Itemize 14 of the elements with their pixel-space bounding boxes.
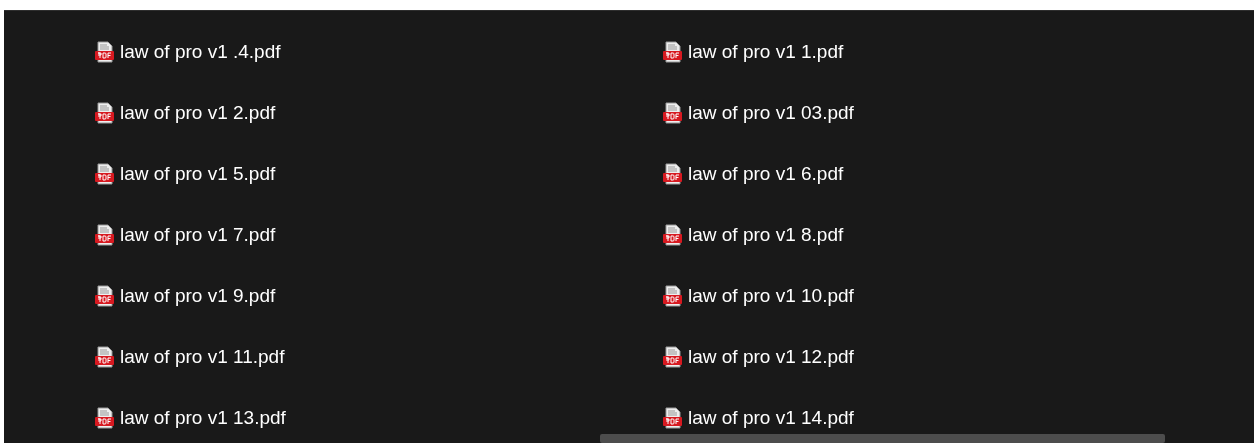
file-item[interactable]: law of pro v1 6.pdf: [663, 161, 844, 187]
file-item[interactable]: law of pro v1 8.pdf: [663, 222, 844, 248]
file-item[interactable]: law of pro v1 7.pdf: [95, 222, 276, 248]
file-item[interactable]: law of pro v1 14.pdf: [663, 405, 854, 431]
file-item[interactable]: law of pro v1 2.pdf: [95, 100, 276, 126]
file-item[interactable]: law of pro v1 03.pdf: [663, 100, 854, 126]
file-item[interactable]: law of pro v1 .4.pdf: [95, 39, 281, 65]
file-item[interactable]: law of pro v1 10.pdf: [663, 283, 854, 309]
file-item[interactable]: law of pro v1 11.pdf: [95, 344, 285, 370]
file-item[interactable]: law of pro v1 12.pdf: [663, 344, 854, 370]
file-item[interactable]: law of pro v1 1.pdf: [663, 39, 844, 65]
file-item[interactable]: law of pro v1 13.pdf: [95, 405, 286, 431]
file-item[interactable]: law of pro v1 5.pdf: [95, 161, 276, 187]
file-item[interactable]: law of pro v1 9.pdf: [95, 283, 276, 309]
